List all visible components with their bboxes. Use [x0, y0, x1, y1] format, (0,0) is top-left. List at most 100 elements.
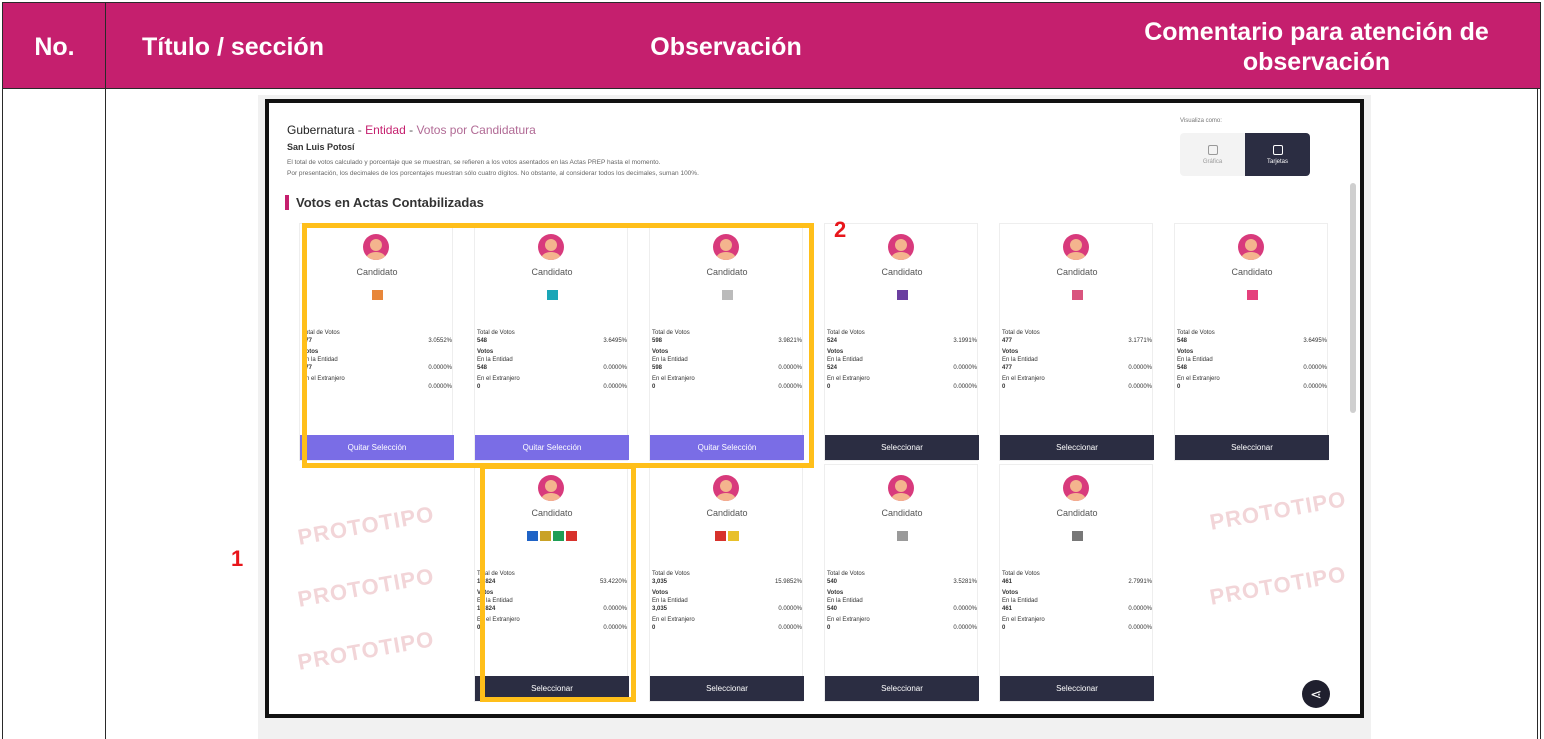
- extranjero-value: 0: [652, 625, 656, 631]
- total-votes-percent: 3.1991%: [953, 338, 977, 344]
- entidad-label: En la Entidad: [1002, 598, 1038, 604]
- extranjero-label: En el Extranjero: [477, 617, 520, 623]
- view-cards-label: Tarjetas: [1266, 158, 1288, 165]
- vote-stats: Total de Votos 540 3.5281% Votos En la Entid…: [827, 570, 977, 632]
- select-button[interactable]: Seleccionar: [825, 676, 979, 701]
- view-chart-button[interactable]: Gráfica: [1180, 133, 1245, 176]
- extranjero-percent: 0.0000%: [1128, 384, 1152, 390]
- entidad-value: 598: [652, 365, 663, 371]
- total-votes-percent: 53.4220%: [599, 579, 627, 585]
- extranjero-percent: 0.0000%: [778, 625, 802, 631]
- extranjero-value: 0: [1177, 384, 1181, 390]
- extranjero-value: 0: [1002, 384, 1006, 390]
- entidad-value: 461: [1002, 606, 1013, 612]
- total-votes-label: Total de Votos: [1002, 571, 1040, 577]
- candidate-card: Candidato Total de Votos 540 3.5281% Votos En…: [824, 464, 979, 702]
- scrollbar[interactable]: [1350, 183, 1356, 413]
- select-button[interactable]: Seleccionar: [475, 676, 629, 701]
- deselect-button[interactable]: Quitar Selección: [650, 435, 804, 460]
- votes-label: Votos: [1177, 349, 1194, 355]
- share-button[interactable]: ⋖: [1302, 680, 1330, 708]
- deselect-button[interactable]: Quitar Selección: [300, 435, 454, 460]
- entidad-value: 540: [827, 606, 838, 612]
- breadcrumb-entidad[interactable]: Entidad: [365, 123, 406, 137]
- extranjero-label: En el Extranjero: [827, 376, 870, 382]
- total-votes-value: 598: [652, 338, 663, 344]
- extranjero-percent: 0.0000%: [778, 384, 802, 390]
- entidad-label: En la Entidad: [477, 598, 513, 604]
- party-logo: [728, 531, 739, 541]
- total-votes-label: Total de Votos: [1002, 330, 1040, 336]
- entidad-percent: 0.0000%: [1128, 365, 1152, 371]
- total-votes-label: Total de Votos: [652, 571, 690, 577]
- entidad-label: En la Entidad: [827, 357, 863, 363]
- total-votes-percent: 3.6495%: [1303, 338, 1327, 344]
- marker-1: 1: [231, 546, 244, 571]
- party-logo: [553, 531, 564, 541]
- candidate-card: Candidato Total de Votos 3,035 15.9852% Voto…: [649, 464, 804, 702]
- candidate-name: Candidato: [1056, 508, 1098, 518]
- party-logo: [1246, 290, 1258, 300]
- avatar: [1238, 234, 1264, 260]
- votes-label: Votos: [302, 349, 319, 355]
- extranjero-percent: 0.0000%: [953, 384, 977, 390]
- entidad-value: 548: [477, 365, 488, 371]
- entidad-percent: 0.0000%: [953, 365, 977, 371]
- select-button[interactable]: Seleccionar: [825, 435, 979, 460]
- breadcrumb-gubernatura[interactable]: Gubernatura: [287, 123, 354, 137]
- section-title: Votos en Actas Contabilizadas: [285, 195, 484, 210]
- vote-stats: Total de Votos 3,035 15.9852% Votos En la En…: [652, 570, 802, 632]
- entidad-percent: 0.0000%: [953, 606, 977, 612]
- deselect-button[interactable]: Quitar Selección: [475, 435, 629, 460]
- total-votes-value: 548: [1177, 338, 1188, 344]
- votes-label: Votos: [1002, 590, 1019, 596]
- total-votes-value: 524: [827, 338, 838, 344]
- view-toggle: Gráfica Tarjetas: [1180, 133, 1310, 176]
- entidad-value: 477: [302, 365, 313, 371]
- candidate-name: Candidato: [531, 508, 573, 518]
- candidate-card: Candidato Total de Votos 548 3.6495% Votos En…: [474, 223, 629, 461]
- total-votes-label: Total de Votos: [827, 571, 865, 577]
- party-logo: [527, 531, 538, 541]
- party-logo: [896, 531, 908, 541]
- extranjero-value: 0: [477, 625, 481, 631]
- entidad-label: En la Entidad: [652, 598, 688, 604]
- table-border-left: [2, 88, 3, 739]
- candidate-name: Candidato: [356, 267, 398, 277]
- entidad-value: 477: [1002, 365, 1013, 371]
- watermark: PROTOTIPO: [1207, 561, 1349, 610]
- view-cards-button[interactable]: Tarjetas: [1245, 133, 1310, 176]
- entidad-label: En la Entidad: [827, 598, 863, 604]
- avatar: [363, 234, 389, 260]
- votes-label: Votos: [652, 590, 669, 596]
- candidate-card: Candidato Total de Votos 598 3.9821% Votos En…: [649, 223, 804, 461]
- vote-stats: Total de Votos 477 3.1771% Votos En la Entid…: [1002, 329, 1152, 391]
- extranjero-percent: 0.0000%: [603, 384, 627, 390]
- view-label: Visualiza como:: [1180, 118, 1222, 124]
- vote-stats: Total de Votos 548 3.6495% Votos En la Entid…: [477, 329, 627, 391]
- column-divider: [105, 2, 106, 739]
- select-button[interactable]: Seleccionar: [650, 676, 804, 701]
- party-logo: [1071, 531, 1083, 541]
- vote-stats: Total de Votos 524 3.1991% Votos En la Entid…: [827, 329, 977, 391]
- extranjero-percent: 0.0000%: [428, 384, 452, 390]
- select-button[interactable]: Seleccionar: [1000, 676, 1154, 701]
- party-logo: [546, 290, 558, 300]
- votes-label: Votos: [477, 590, 494, 596]
- avatar: [1063, 234, 1089, 260]
- vote-stats: Total de Votos 598 3.9821% Votos En la Entid…: [652, 329, 802, 391]
- extranjero-label: En el Extranjero: [652, 617, 695, 623]
- total-votes-percent: 2.7991%: [1128, 579, 1152, 585]
- avatar: [888, 234, 914, 260]
- party-logo: [1071, 290, 1083, 300]
- select-button[interactable]: Seleccionar: [1175, 435, 1329, 460]
- extranjero-label: En el Extranjero: [1177, 376, 1220, 382]
- header-no: No.: [34, 32, 75, 61]
- candidate-name: Candidato: [881, 267, 923, 277]
- avatar: [888, 475, 914, 501]
- total-votes-percent: 3.0552%: [428, 338, 452, 344]
- votes-label: Votos: [652, 349, 669, 355]
- header-comentario: Comentario para atención de observación: [1144, 17, 1489, 76]
- breadcrumb-separator: -: [405, 123, 417, 137]
- select-button[interactable]: Seleccionar: [1000, 435, 1154, 460]
